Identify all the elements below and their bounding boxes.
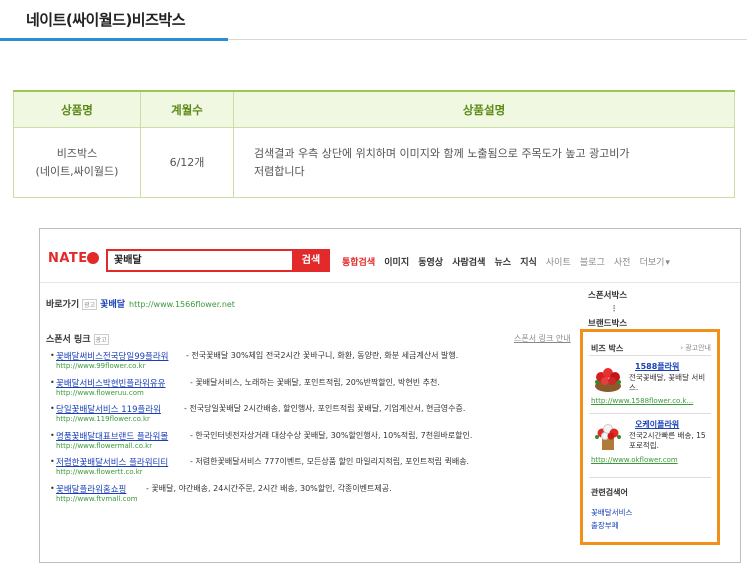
cell-months: 6/12개 — [140, 127, 234, 198]
shortcut-link[interactable]: 꽃배달 — [100, 300, 125, 310]
shortcut-row: 바로가기 광고 꽃배달 http://www.1566flower.net — [46, 297, 235, 310]
vertical-dots-icon: ⋮ — [610, 304, 618, 313]
brand-box-label: 브랜드박스 — [588, 319, 628, 329]
product-name-line2: (네이트,싸이월드) — [35, 164, 119, 178]
bizbox-item-url[interactable]: http://www.1588flower.co.k... — [591, 397, 693, 405]
list-item: • 명품꽃배달대표브랜드 플라워몰 - 한국인터넷전자상거래 대상수상 꽃배달,… — [50, 429, 490, 456]
title-accent-bar — [0, 38, 228, 41]
bizbox-divider — [589, 477, 711, 478]
list-item: • 당일꽃배달서비스 119플라워 - 전국당일꽃배달 2시간배송, 할인행사,… — [50, 402, 490, 429]
tab-news[interactable]: 뉴스 — [495, 258, 512, 268]
bizbox-divider — [589, 355, 711, 356]
page-title: 네이트(싸이월드)비즈박스 — [26, 11, 186, 29]
ad-badge: 광고 — [93, 334, 109, 345]
cell-product-name: 비즈박스 (네이트,싸이월드) — [13, 127, 141, 198]
bizbox-guide-link[interactable]: › 광고안내 — [680, 343, 711, 353]
sponsor-url[interactable]: http://www.99flower.co.kr — [56, 362, 145, 370]
sponsor-name[interactable]: 꽃배달서비스박현빈플라워유유 — [56, 377, 165, 389]
chevron-down-icon: ▾ — [665, 258, 670, 268]
sponsor-url[interactable]: http://www.flowertt.co.kr — [56, 468, 143, 476]
bullet-icon: • — [50, 351, 55, 360]
bullet-icon: • — [50, 430, 55, 440]
description-line2: 저렴합니다 — [254, 164, 305, 178]
sponsor-name[interactable]: 명품꽃배달대표브랜드 플라워몰 — [56, 430, 168, 442]
sponsor-url[interactable]: http://www.ftvmall.com — [56, 495, 138, 503]
product-table: 상품명 계월수 상품설명 비즈박스 (네이트,싸이월드) 6/12개 검색결과 … — [13, 90, 735, 198]
related-search-title: 관련검색어 — [591, 488, 628, 497]
related-search-link[interactable]: 꽃배달서비스 — [591, 507, 632, 518]
description-line1: 검색결과 우측 상단에 위치하며 이미지와 함께 노출됨으로 주목도가 높고 광… — [254, 146, 630, 160]
tab-video[interactable]: 동영상 — [418, 258, 443, 268]
tab-knowledge[interactable]: 지식 — [520, 258, 537, 268]
nate-search-screenshot: NATE 꽃배달 검색 통합검색 이미지 동영상 사람검색 뉴스 지식 사이트 … — [39, 228, 741, 563]
bullet-icon: • — [50, 404, 55, 413]
tab-images[interactable]: 이미지 — [384, 258, 409, 268]
sponsor-desc: - 꽃배달, 야간배송, 24시간주문, 2시간 배송, 30%할인, 각종이벤… — [146, 483, 392, 493]
product-name-line1: 비즈박스 — [56, 146, 98, 160]
sponsor-list: • 꽃배달써비스전국당일99플라워 - 전국꽃배달 30%체입 전국2시간 꽃바… — [50, 349, 490, 508]
tab-integrated[interactable]: 통합검색 — [342, 258, 375, 268]
bullet-icon: • — [50, 483, 55, 493]
sponsor-box-label: 스폰서박스 — [588, 291, 628, 301]
bizbox-title: 비즈 박스 — [591, 344, 624, 353]
header-months: 계월수 — [140, 90, 234, 128]
nate-logo[interactable]: NATE — [48, 251, 88, 266]
right-column-labels: 스폰서박스 ⋮ 브랜드박스 — [588, 289, 627, 334]
tab-more[interactable]: 더보기▾ — [640, 258, 670, 268]
bullet-icon: • — [50, 377, 55, 387]
shortcut-url[interactable]: http://www.1566flower.net — [129, 300, 235, 309]
nate-logo-icon — [87, 252, 99, 264]
tab-dictionary[interactable]: 사전 — [614, 258, 631, 268]
list-item: • 꽃배달플라워홈쇼핑 - 꽃배달, 야간배송, 24시간주문, 2시간 배송,… — [50, 482, 490, 509]
list-item: • 꽃배달써비스전국당일99플라워 - 전국꽃배달 30%체입 전국2시간 꽃바… — [50, 349, 490, 376]
sponsor-url[interactable]: http://www.floweruu.com — [56, 389, 144, 397]
sponsor-url[interactable]: http://www.flowermall.co.kr — [56, 442, 152, 450]
header-divider — [40, 282, 740, 283]
tab-blog[interactable]: 블로그 — [580, 258, 605, 268]
tab-site[interactable]: 사이트 — [546, 258, 571, 268]
sponsor-name[interactable]: 꽃배달써비스전국당일99플라워 — [56, 350, 168, 362]
table-row: 비즈박스 (네이트,싸이월드) 6/12개 검색결과 우측 상단에 위치하며 이… — [13, 127, 735, 198]
related-search-link[interactable]: 출장부페 — [591, 520, 619, 531]
shortcut-label: 바로가기 — [46, 300, 80, 310]
sponsor-title-text: 스폰서 링크 — [46, 335, 91, 345]
bizbox-item-text: 전국꽃배달, 꽃배달 서비스. — [629, 373, 706, 392]
sponsor-desc: - 전국당일꽃배달 2시간배송, 할인행사, 포인트적립 꽃배달, 기업계산서,… — [184, 404, 466, 413]
sponsor-desc: - 저렴한꽃배달서비스 777이벤트, 모든상품 할인 마일리지적립, 포인트적… — [190, 457, 470, 466]
search-tabs: 통합검색 이미지 동영상 사람검색 뉴스 지식 사이트 블로그 사전 더보기▾ — [342, 255, 676, 268]
bizbox-item-name[interactable]: 1588플라워 — [635, 361, 679, 372]
sponsor-desc: - 한국인터넷전자상거래 대상수상 꽃배달, 30%할인행사, 10%적립, 7… — [190, 430, 473, 440]
ad-badge: 광고 — [82, 299, 98, 310]
sponsor-name[interactable]: 저렴한꽃배달서비스 플라워티티 — [56, 456, 168, 468]
bizbox-highlight: 비즈 박스 › 광고안내 1588플라워 전국꽃배달, 꽃배달 서비스. htt… — [580, 329, 720, 545]
flower-basket-icon[interactable] — [591, 364, 625, 394]
sponsor-name[interactable]: 당일꽃배달서비스 119플라워 — [56, 403, 161, 415]
tab-more-label: 더보기 — [639, 258, 665, 268]
sponsor-guide-link[interactable]: 스폰서 링크 안내 — [514, 333, 571, 344]
list-item: • 꽃배달서비스박현빈플라워유유 - 꽃배달서비스, 노래하는 꽃배달, 포인트… — [50, 376, 490, 403]
tab-people[interactable]: 사람검색 — [452, 258, 485, 268]
list-item: • 저렴한꽃배달서비스 플라워티티 - 저렴한꽃배달서비스 777이벤트, 모든… — [50, 455, 490, 482]
sponsor-desc: - 전국꽃배달 30%체입 전국2시간 꽃바구니, 화환, 동양란, 화분 세금… — [186, 351, 459, 360]
search-input[interactable]: 꽃배달 — [106, 249, 298, 272]
bullet-icon: • — [50, 457, 55, 466]
flower-basket-icon[interactable] — [591, 422, 625, 452]
sponsor-url[interactable]: http://www.119flower.co.kr — [56, 415, 150, 423]
cell-description: 검색결과 우측 상단에 위치하며 이미지와 함께 노출됨으로 주목도가 높고 광… — [233, 127, 735, 198]
bizbox-item-name[interactable]: 오케이플라워 — [635, 419, 679, 430]
bizbox-divider — [589, 413, 711, 414]
table-header-row: 상품명 계월수 상품설명 — [13, 90, 735, 128]
sponsor-desc: - 꽃배달서비스, 노래하는 꽃배달, 포인트적립, 20%반짝할인, 박현빈 … — [190, 377, 440, 387]
sponsor-name[interactable]: 꽃배달플라워홈쇼핑 — [56, 483, 126, 495]
sponsor-links-title: 스폰서 링크 광고 — [46, 332, 112, 345]
bizbox-item-url[interactable]: http://www.okflower.com — [591, 456, 678, 464]
header-description: 상품설명 — [233, 90, 735, 128]
header-product-name: 상품명 — [13, 90, 141, 128]
search-button[interactable]: 검색 — [292, 249, 330, 272]
bizbox-item-text: 전국2시간빠른 배송, 15포로적립. — [629, 431, 706, 450]
